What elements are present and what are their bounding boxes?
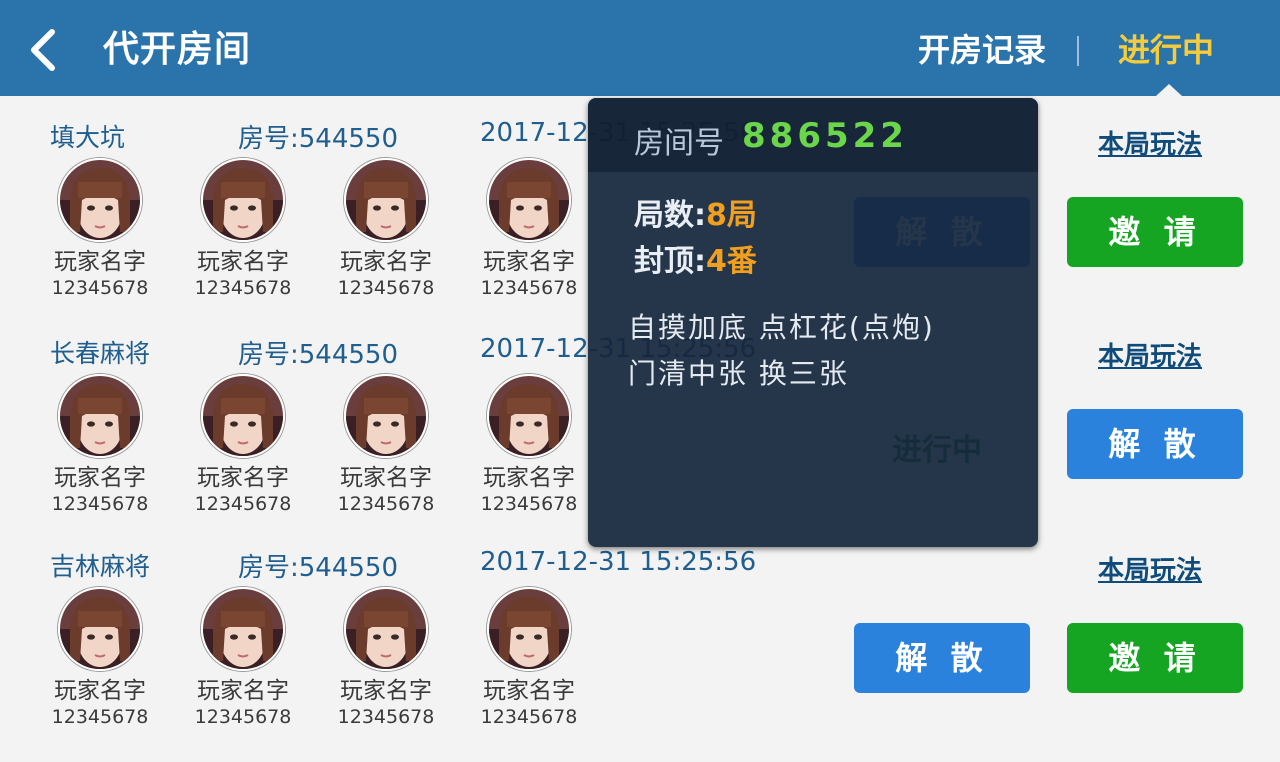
active-tab-caret [1156,84,1182,96]
dismiss-button[interactable]: 解 散 [854,623,1030,693]
avatar [344,374,428,458]
popup-cap-value: 4番 [706,244,757,279]
game-name: 长春麻将 [50,339,151,368]
avatar [344,158,428,242]
player-card: 玩家名字 12345678 [40,587,160,729]
avatar [58,158,142,242]
player-id: 12345678 [480,706,578,728]
player-name: 玩家名字 [197,465,289,491]
player-card: 玩家名字 12345678 [183,587,303,729]
room-number: 房号:544550 [238,553,399,583]
room-number: 房号:544550 [238,340,399,370]
player-card: 玩家名字 12345678 [183,374,303,516]
back-arrow-icon[interactable] [22,28,66,72]
player-id: 12345678 [194,493,292,515]
dismiss-button[interactable]: 解 散 [1067,409,1243,479]
player-name: 玩家名字 [54,249,146,275]
game-name: 吉林麻将 [50,552,151,581]
player-id: 12345678 [480,277,578,299]
tab-room-records[interactable]: 开房记录 [918,26,1046,74]
player-card: 玩家名字 12345678 [326,374,446,516]
avatar [201,587,285,671]
popup-room-label: 房间号 [634,126,724,161]
avatar [487,158,571,242]
player-id: 12345678 [51,493,149,515]
avatar [487,374,571,458]
player-card: 玩家名字 12345678 [326,158,446,300]
game-name: 填大坑 [50,123,126,152]
room-time: 2017-12-31 15:25:56 [480,547,757,577]
popup-rule-line: 门清中张 换三张 [628,357,849,390]
avatar [487,587,571,671]
player-name: 玩家名字 [483,249,575,275]
player-name: 玩家名字 [54,465,146,491]
rules-link[interactable]: 本局玩法 [1098,124,1202,161]
invite-button[interactable]: 邀 请 [1067,623,1243,693]
player-id: 12345678 [337,277,435,299]
player-name: 玩家名字 [197,249,289,275]
player-name: 玩家名字 [197,678,289,704]
player-name: 玩家名字 [340,465,432,491]
avatar [201,374,285,458]
popup-room-number: 886522 [742,116,908,156]
rules-link[interactable]: 本局玩法 [1098,550,1202,587]
player-card: 玩家名字 12345678 [183,158,303,300]
player-id: 12345678 [480,493,578,515]
player-card: 玩家名字 12345678 [40,374,160,516]
player-name: 玩家名字 [340,249,432,275]
popup-cap-row: 封顶:4番 [634,236,757,280]
player-name: 玩家名字 [340,678,432,704]
avatar [201,158,285,242]
player-card: 玩家名字 12345678 [469,374,589,516]
player-card: 玩家名字 12345678 [469,158,589,300]
player-id: 12345678 [51,706,149,728]
avatar [58,587,142,671]
player-name: 玩家名字 [483,678,575,704]
header-bar: 代开房间 开房记录 进行中 [0,0,1280,96]
popup-rounds-label: 局数: [634,198,706,233]
player-card: 玩家名字 12345678 [326,587,446,729]
tab-in-progress[interactable]: 进行中 [1118,26,1214,74]
player-id: 12345678 [194,277,292,299]
page-title: 代开房间 [103,29,252,70]
invite-button[interactable]: 邀 请 [1067,197,1243,267]
room-number: 房号:544550 [238,124,399,154]
popup-rounds-row: 局数:8局 [634,190,757,234]
avatar [58,374,142,458]
tab-divider [1077,36,1079,66]
popup-cap-label: 封顶: [634,244,706,279]
player-id: 12345678 [194,706,292,728]
rules-link[interactable]: 本局玩法 [1098,336,1202,373]
popup-rule-line: 自摸加底 点杠花(点炮) [628,311,935,344]
avatar [344,587,428,671]
player-id: 12345678 [337,493,435,515]
player-name: 玩家名字 [54,678,146,704]
popup-rounds-value: 8局 [706,198,757,233]
player-id: 12345678 [51,277,149,299]
player-id: 12345678 [337,706,435,728]
player-card: 玩家名字 12345678 [40,158,160,300]
rules-popup: 房间号 886522 局数:8局 封顶:4番 自摸加底 点杠花(点炮) 门清中张… [588,98,1038,547]
player-card: 玩家名字 12345678 [469,587,589,729]
player-name: 玩家名字 [483,465,575,491]
